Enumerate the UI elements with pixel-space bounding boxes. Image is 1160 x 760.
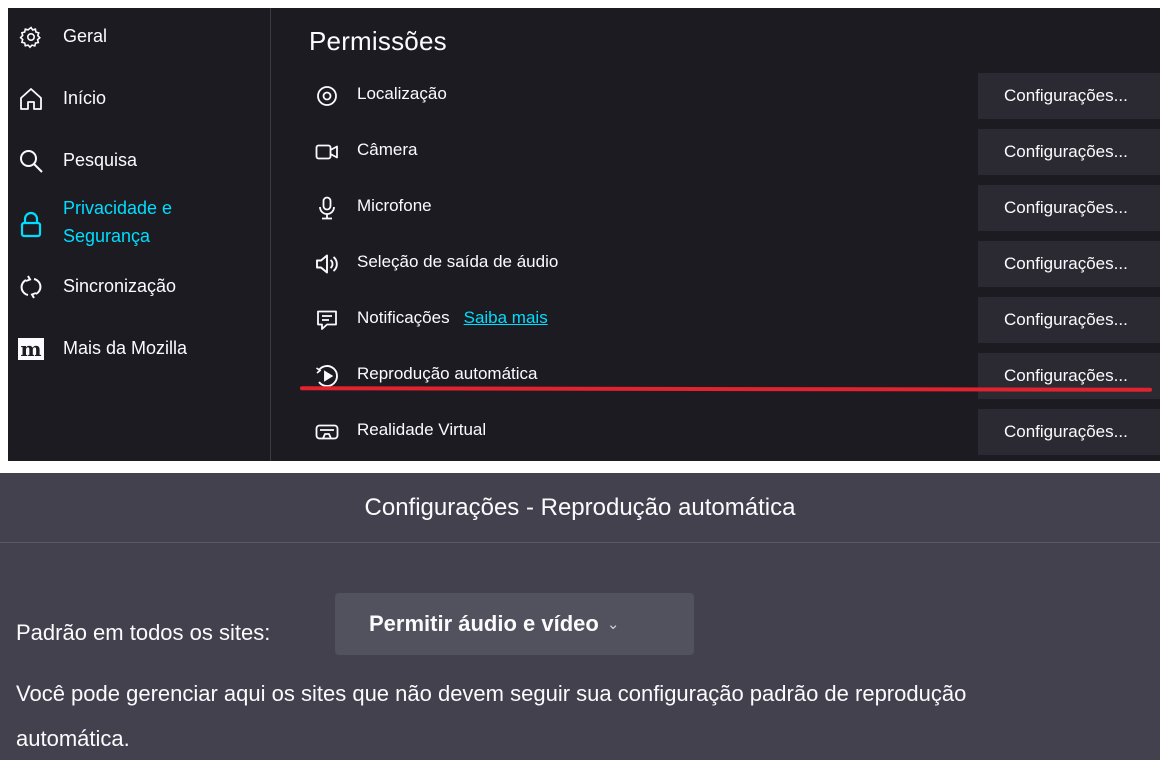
microphone-icon [315, 196, 339, 220]
gear-icon [18, 24, 44, 50]
location-settings-button[interactable]: Configurações... [978, 73, 1160, 119]
dialog-description: Você pode gerenciar aqui os sites que nã… [16, 671, 1160, 760]
vr-settings-button[interactable]: Configurações... [978, 409, 1160, 455]
permission-row-saida-audio: Seleção de saída de áudio Configurações.… [309, 241, 1160, 287]
permission-label: Microfone [357, 196, 432, 215]
speaker-icon [315, 252, 339, 276]
lock-icon [18, 211, 44, 238]
location-icon [315, 84, 339, 108]
permission-label: Realidade Virtual [357, 420, 487, 439]
sidebar-item-privacidade[interactable]: Privacidade e Segurança [8, 196, 270, 252]
vr-headset-icon [315, 420, 339, 444]
sidebar-item-label-line1: Privacidade e [63, 198, 173, 218]
microphone-settings-button[interactable]: Configurações... [978, 185, 1160, 231]
sidebar-item-label: Mais da Mozilla [63, 338, 188, 358]
camera-icon [315, 140, 339, 164]
sidebar-item-label-line2: Segurança [63, 226, 151, 246]
permission-row-notificacoes: Notificações Saiba mais Configurações... [309, 297, 1160, 343]
default-setting-label: Padrão em todos os sites: [16, 620, 271, 645]
home-icon [18, 86, 44, 112]
autoplay-settings-button[interactable]: Configurações... [978, 353, 1160, 399]
dialog-body: Padrão em todos os sites: Permitir áudio… [0, 543, 1160, 760]
permission-row-microfone: Microfone Configurações... [309, 185, 1160, 231]
permissions-heading: Permissões [309, 26, 447, 56]
settings-panel: Geral Início Pesquisa Privacidade e Segu… [8, 8, 1160, 461]
autoplay-icon [315, 364, 339, 388]
sidebar-item-label: Geral [63, 26, 108, 46]
sync-icon [18, 274, 44, 300]
settings-sidebar: Geral Início Pesquisa Privacidade e Segu… [8, 8, 271, 461]
default-autoplay-value: Permitir áudio e vídeo [369, 611, 599, 636]
default-autoplay-select[interactable]: Permitir áudio e vídeo ⌄ [335, 593, 694, 655]
sidebar-item-label: Início [63, 88, 107, 108]
permissions-section: Permissões Localização Configurações... … [271, 8, 1160, 461]
chevron-down-icon: ⌄ [606, 616, 620, 633]
autoplay-dialog: Configurações - Reprodução automática Pa… [0, 473, 1160, 760]
description-line-1: Você pode gerenciar aqui os sites que nã… [16, 681, 967, 706]
notifications-settings-button[interactable]: Configurações... [978, 297, 1160, 343]
permission-row-reproducao-automatica: Reprodução automática Configurações... [309, 353, 1160, 399]
sidebar-item-label: Pesquisa [63, 150, 138, 170]
description-line-2: automática. [16, 726, 130, 751]
notification-icon [315, 308, 339, 332]
permission-label: Notificações [357, 308, 450, 327]
svg-text:m: m [20, 338, 41, 360]
permission-label-with-link: Notificações Saiba mais [357, 308, 548, 328]
mozilla-m-icon: m [18, 336, 44, 362]
permission-label: Reprodução automática [357, 364, 538, 383]
permission-label: Localização [357, 84, 447, 103]
permission-label: Seleção de saída de áudio [357, 252, 559, 271]
permission-label: Câmera [357, 140, 418, 159]
audio-output-settings-button[interactable]: Configurações... [978, 241, 1160, 287]
sidebar-item-label: Sincronização [63, 276, 177, 296]
search-icon [18, 148, 44, 174]
camera-settings-button[interactable]: Configurações... [978, 129, 1160, 175]
learn-more-link[interactable]: Saiba mais [464, 308, 548, 327]
permission-row-realidade-virtual: Realidade Virtual Configurações... [309, 409, 1160, 455]
permission-row-camera: Câmera Configurações... [309, 129, 1160, 175]
permission-row-localizacao: Localização Configurações... [309, 73, 1160, 119]
dialog-title: Configurações - Reprodução automática [0, 473, 1160, 543]
